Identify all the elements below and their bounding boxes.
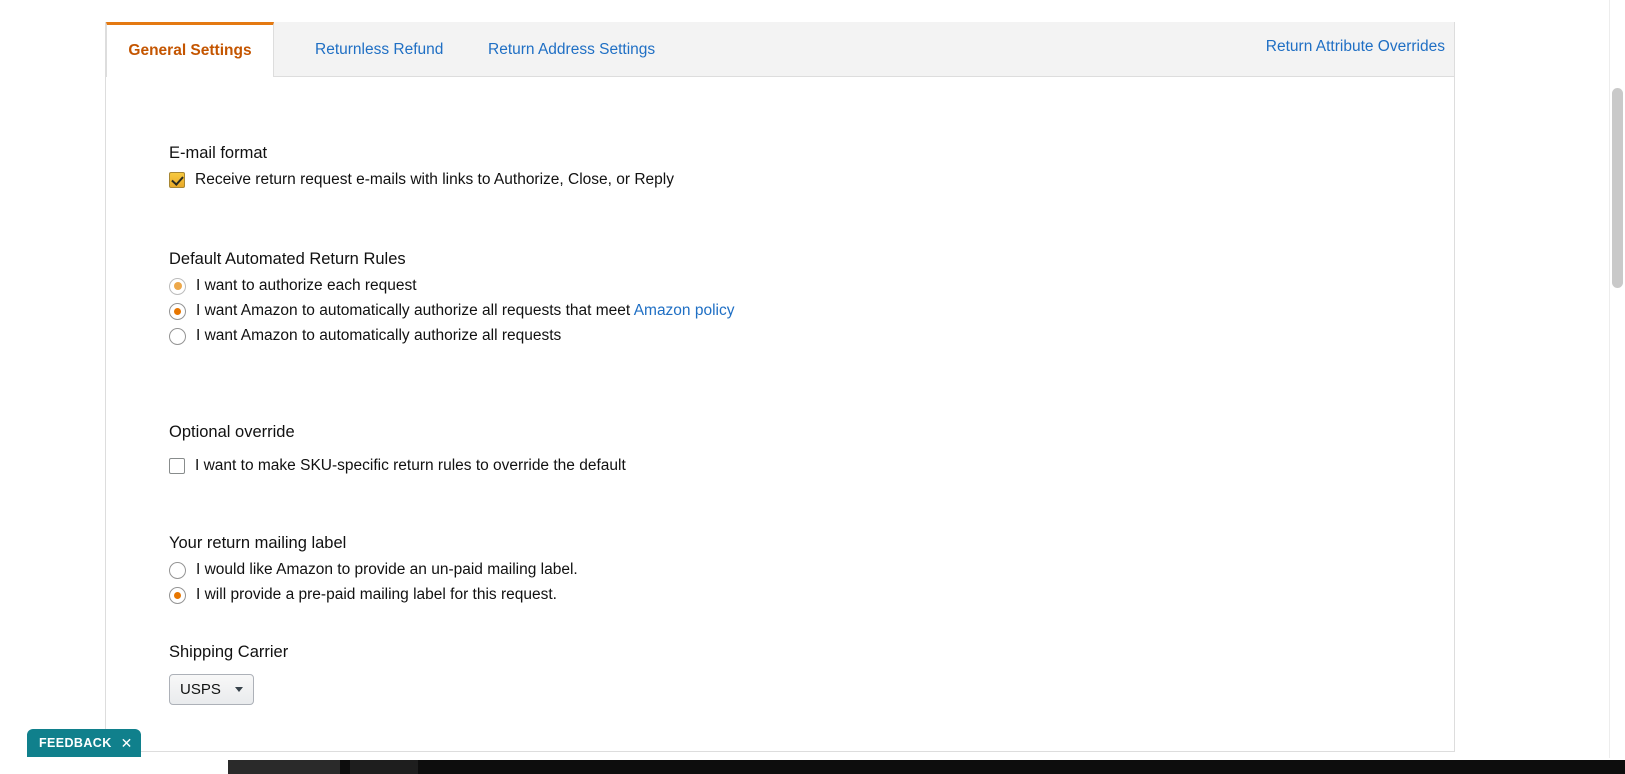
tab-returnless-refund-label: Returnless Refund bbox=[315, 41, 444, 58]
rule-option-auto-all-radio[interactable] bbox=[169, 327, 186, 345]
settings-tab-bar: General Settings Returnless Refund Retur… bbox=[106, 22, 1454, 78]
chevron-down-icon bbox=[235, 687, 243, 692]
section-shipping-carrier: Shipping Carrier USPS bbox=[169, 643, 288, 705]
horizontal-scrollbar-track[interactable] bbox=[228, 760, 1625, 774]
horizontal-scrollbar-thumb-secondary[interactable] bbox=[350, 760, 418, 774]
email-format-checkbox-row[interactable]: Receive return request e-mails with link… bbox=[169, 171, 674, 189]
mailing-label-unpaid-row[interactable]: I would like Amazon to provide an un-pai… bbox=[169, 561, 578, 579]
mailing-label-unpaid-label: I would like Amazon to provide an un-pai… bbox=[196, 561, 578, 578]
shipping-carrier-heading: Shipping Carrier bbox=[169, 643, 289, 661]
tab-returnless-refund[interactable]: Returnless Refund bbox=[291, 22, 467, 77]
page-vertical-scrollbar[interactable] bbox=[1609, 0, 1625, 760]
receive-return-emails-label: Receive return request e-mails with link… bbox=[195, 171, 674, 188]
settings-content: E-mail format Receive return request e-m… bbox=[106, 77, 1454, 750]
shipping-carrier-dropdown[interactable]: USPS bbox=[169, 674, 254, 705]
horizontal-scrollbar-thumb[interactable] bbox=[228, 760, 340, 774]
tab-general-settings-label: General Settings bbox=[128, 42, 252, 59]
section-email-format: E-mail format Receive return request e-m… bbox=[169, 144, 674, 196]
mailing-label-prepaid-row[interactable]: I will provide a pre-paid mailing label … bbox=[169, 586, 578, 604]
tab-general-settings[interactable]: General Settings bbox=[106, 22, 274, 78]
sku-specific-rules-label: I want to make SKU-specific return rules… bbox=[195, 457, 626, 474]
tab-return-attribute-overrides-label: Return Attribute Overrides bbox=[1265, 38, 1445, 55]
page-vertical-scrollbar-thumb[interactable] bbox=[1612, 88, 1623, 288]
rule-option-authorize-each-label: I want to authorize each request bbox=[196, 277, 417, 294]
section-default-return-rules: Default Automated Return Rules I want to… bbox=[169, 250, 734, 352]
email-format-heading: E-mail format bbox=[169, 144, 268, 162]
rule-option-auto-all-row[interactable]: I want Amazon to automatically authorize… bbox=[169, 327, 734, 345]
rule-option-authorize-each-radio[interactable] bbox=[169, 277, 186, 295]
mailing-label-prepaid-label: I will provide a pre-paid mailing label … bbox=[196, 586, 557, 603]
feedback-label: FEEDBACK bbox=[39, 736, 112, 750]
browser-viewport: General Settings Returnless Refund Retur… bbox=[0, 0, 1625, 774]
close-icon[interactable]: ✕ bbox=[121, 736, 133, 750]
rule-option-auto-all-label: I want Amazon to automatically authorize… bbox=[196, 327, 562, 344]
rule-option-auto-policy-radio[interactable] bbox=[169, 302, 186, 320]
sku-specific-rules-checkbox[interactable] bbox=[169, 458, 185, 474]
return-settings-panel: General Settings Returnless Refund Retur… bbox=[105, 22, 1455, 752]
shipping-carrier-value: USPS bbox=[180, 681, 221, 698]
rule-option-auto-policy-row[interactable]: I want Amazon to automatically authorize… bbox=[169, 302, 734, 320]
rule-option-auto-policy-label: I want Amazon to automatically authorize… bbox=[196, 302, 734, 320]
window-horizontal-scrollbar[interactable] bbox=[0, 758, 1625, 774]
feedback-tab[interactable]: FEEDBACK ✕ bbox=[27, 729, 142, 757]
default-return-rules-heading: Default Automated Return Rules bbox=[169, 250, 406, 268]
optional-override-heading: Optional override bbox=[169, 423, 295, 441]
tab-return-address-settings[interactable]: Return Address Settings bbox=[464, 22, 679, 77]
rule-option-authorize-each-row[interactable]: I want to authorize each request bbox=[169, 277, 734, 295]
rule-option-auto-policy-text: I want Amazon to automatically authorize… bbox=[196, 302, 634, 319]
receive-return-emails-checkbox[interactable] bbox=[169, 172, 185, 188]
tab-return-attribute-overrides[interactable]: Return Attribute Overrides bbox=[1242, 22, 1454, 77]
return-mailing-label-heading: Your return mailing label bbox=[169, 534, 347, 552]
mailing-label-unpaid-radio[interactable] bbox=[169, 561, 186, 579]
section-return-mailing-label: Your return mailing label I would like A… bbox=[169, 534, 578, 611]
mailing-label-prepaid-radio[interactable] bbox=[169, 586, 186, 604]
amazon-policy-link[interactable]: Amazon policy bbox=[634, 302, 735, 319]
tab-return-address-settings-label: Return Address Settings bbox=[488, 41, 656, 58]
section-optional-override: Optional override I want to make SKU-spe… bbox=[169, 423, 626, 482]
sku-specific-rules-row[interactable]: I want to make SKU-specific return rules… bbox=[169, 457, 626, 475]
